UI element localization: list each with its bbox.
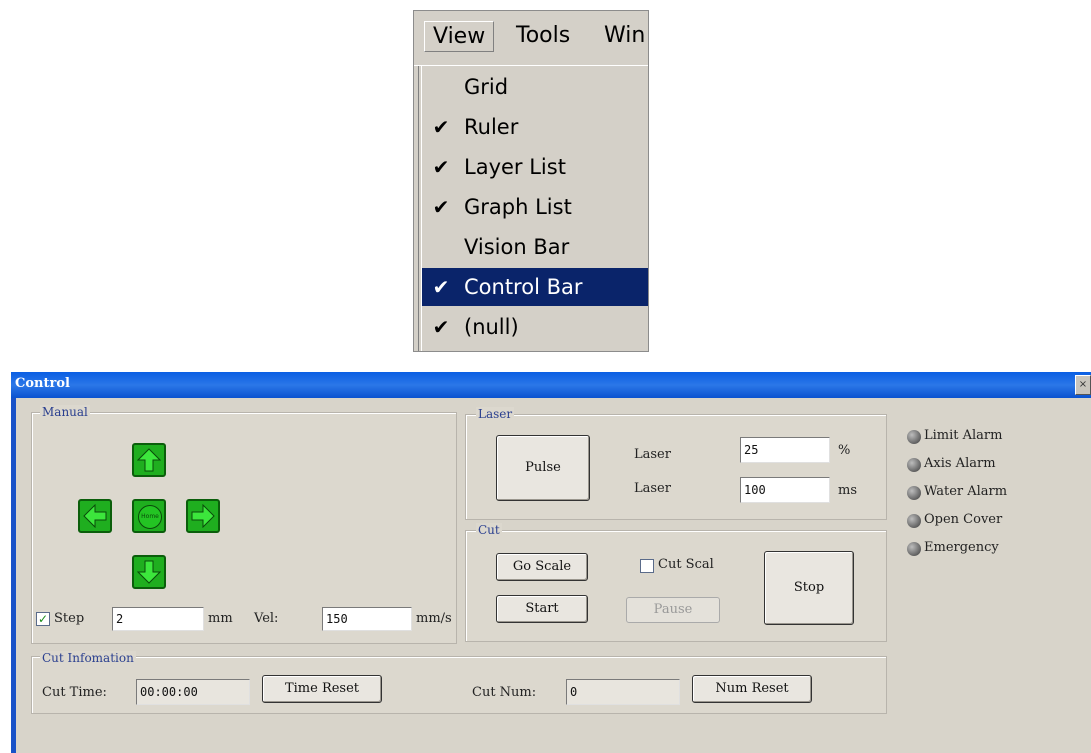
close-icon[interactable]: × xyxy=(1075,375,1091,395)
menu-item-vision-bar[interactable]: Vision Bar xyxy=(422,228,648,266)
laser-time-label: Laser xyxy=(634,481,671,496)
emergency-label: Emergency xyxy=(924,540,999,555)
move-up-button[interactable] xyxy=(132,443,166,477)
velocity-input[interactable] xyxy=(322,607,412,631)
menu-window[interactable]: Win xyxy=(604,23,645,48)
cut-group-label: Cut xyxy=(476,523,502,537)
open-cover-indicator-icon xyxy=(907,514,921,528)
time-reset-button[interactable]: Time Reset xyxy=(262,675,382,703)
go-scale-button[interactable]: Go Scale xyxy=(496,553,588,581)
emergency-indicator-icon xyxy=(907,542,921,556)
arrow-right-icon xyxy=(191,504,215,528)
check-icon: ✔ xyxy=(432,275,450,299)
check-icon: ✔ xyxy=(432,155,450,179)
arrow-left-icon xyxy=(83,504,107,528)
axis-alarm-label: Axis Alarm xyxy=(924,456,996,471)
menu-item-null[interactable]: ✔ (null) xyxy=(422,308,648,346)
start-button[interactable]: Start xyxy=(496,595,588,623)
cut-num-field xyxy=(566,679,680,705)
step-input[interactable] xyxy=(112,607,204,631)
manual-group-label: Manual xyxy=(40,405,90,419)
check-icon: ✔ xyxy=(432,115,450,139)
open-cover-label: Open Cover xyxy=(924,512,1003,527)
cut-group: Cut Go Scale Cut Scal Stop Start Pause xyxy=(465,523,887,642)
menu-item-label: Vision Bar xyxy=(464,235,570,259)
manual-group: Manual Home ✓ Step mm Vel: mm/s xyxy=(31,405,457,644)
window-title: Control xyxy=(15,376,70,391)
move-left-button[interactable] xyxy=(78,499,112,533)
limit-alarm-label: Limit Alarm xyxy=(924,428,1003,443)
menu-item-label: Layer List xyxy=(464,155,566,179)
view-dropdown: Grid ✔ Ruler ✔ Layer List ✔ Graph List V… xyxy=(414,65,648,351)
home-icon: Home xyxy=(138,505,162,529)
menu-item-label: (null) xyxy=(464,315,519,339)
water-alarm-indicator-icon xyxy=(907,486,921,500)
laser-time-input[interactable] xyxy=(740,477,830,503)
menu-item-label: Grid xyxy=(464,75,509,99)
menu-bar: View Tools Win xyxy=(414,11,648,65)
menu-item-label: Graph List xyxy=(464,195,572,219)
step-label: Step xyxy=(54,611,85,626)
pulse-button[interactable]: Pulse xyxy=(496,435,590,501)
menu-item-graph-list[interactable]: ✔ Graph List xyxy=(422,188,648,226)
step-unit: mm xyxy=(208,611,233,626)
menu-item-layer-list[interactable]: ✔ Layer List xyxy=(422,148,648,186)
step-checkbox[interactable]: ✓ xyxy=(36,612,50,626)
laser-time-unit: ms xyxy=(838,483,857,498)
laser-group-label: Laser xyxy=(476,407,515,421)
check-icon: ✔ xyxy=(432,195,450,219)
arrow-up-icon xyxy=(137,448,161,472)
vel-label: Vel: xyxy=(254,611,279,626)
menu-item-label: Control Bar xyxy=(464,275,583,299)
axis-alarm-indicator-icon xyxy=(907,458,921,472)
cut-time-field xyxy=(136,679,250,705)
cut-info-group: Cut Infomation Cut Time: Time Reset Cut … xyxy=(31,651,887,714)
limit-alarm-indicator-icon xyxy=(907,430,921,444)
pause-button[interactable]: Pause xyxy=(626,597,720,623)
cut-scale-label: Cut Scal xyxy=(658,557,714,572)
cut-scale-checkbox[interactable] xyxy=(640,559,654,573)
menu-item-grid[interactable]: Grid xyxy=(422,68,648,106)
home-button[interactable]: Home xyxy=(132,499,166,533)
move-down-button[interactable] xyxy=(132,555,166,589)
cut-num-label: Cut Num: xyxy=(472,685,537,700)
move-right-button[interactable] xyxy=(186,499,220,533)
window-frame-left xyxy=(11,398,16,753)
menu-item-control-bar[interactable]: ✔ Control Bar xyxy=(422,268,648,306)
menu-item-ruler[interactable]: ✔ Ruler xyxy=(422,108,648,146)
laser-power-unit: % xyxy=(838,443,851,458)
menu-item-label: Ruler xyxy=(464,115,519,139)
cut-time-label: Cut Time: xyxy=(42,685,107,700)
check-icon: ✔ xyxy=(432,315,450,339)
view-menu-screenshot: View Tools Win Grid ✔ Ruler ✔ Layer List… xyxy=(413,10,649,352)
control-window: Control × Manual Home ✓ Step mm Vel: mm/… xyxy=(11,372,1091,753)
menu-tools[interactable]: Tools xyxy=(516,23,570,48)
water-alarm-label: Water Alarm xyxy=(924,484,1008,499)
laser-group: Laser Pulse Laser % Laser ms xyxy=(465,407,887,520)
arrow-down-icon xyxy=(137,560,161,584)
title-bar: Control × xyxy=(11,372,1091,398)
stop-button[interactable]: Stop xyxy=(764,551,854,625)
laser-power-input[interactable] xyxy=(740,437,830,463)
laser-power-label: Laser xyxy=(634,447,671,462)
num-reset-button[interactable]: Num Reset xyxy=(692,675,812,703)
cut-info-group-label: Cut Infomation xyxy=(40,651,136,665)
vel-unit: mm/s xyxy=(416,611,452,626)
menu-view[interactable]: View xyxy=(424,21,495,52)
